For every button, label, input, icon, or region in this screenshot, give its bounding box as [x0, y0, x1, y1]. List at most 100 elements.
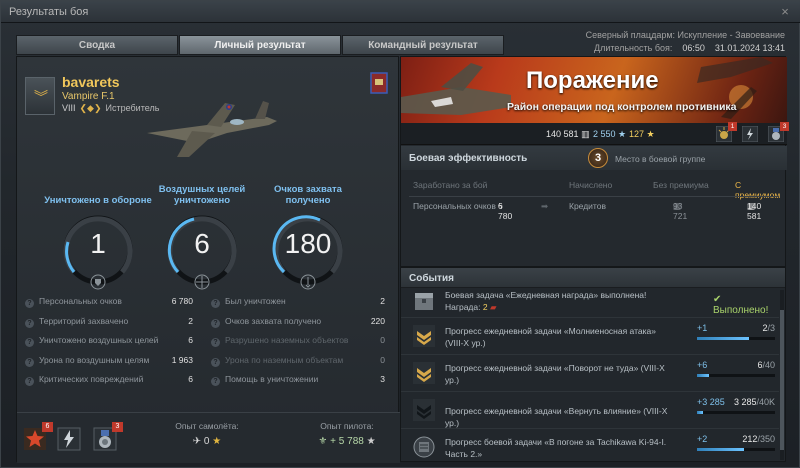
stat-value: 6	[188, 374, 193, 384]
efficiency-header: Боевая эффективность 3 Место в боевой гр…	[401, 146, 787, 170]
battle-result-panel: Поражение Район операции под контролем п…	[400, 56, 789, 267]
progress-delta: +1	[697, 323, 708, 333]
completed-status: ✔ Выполнено!	[713, 294, 769, 316]
stat-label: Очков захвата получено	[225, 315, 322, 326]
lightning-medal-icon[interactable]	[57, 427, 81, 451]
pilot-wings-icon: ⚜	[318, 436, 331, 447]
tab-summary[interactable]: Сводка	[16, 35, 178, 55]
help-icon[interactable]: ?	[211, 357, 220, 367]
star-medal-icon[interactable]: 6	[23, 422, 53, 451]
plane-tier: VIII	[62, 103, 76, 113]
stat-air-kills: Воздушных целей уничтожено 6	[147, 182, 257, 290]
crosshair-icon	[194, 274, 210, 290]
progress-delta: +3 285	[697, 397, 725, 407]
list-item: Прогресс боевой задачи «В погоне за Tach…	[401, 430, 779, 461]
progress-current: 6	[757, 360, 763, 370]
help-icon[interactable]: ?	[211, 377, 220, 386]
progress-total: 40K	[758, 397, 775, 407]
efficiency-row: Персональных очков 6 780 ϟ ➡ Кредитов 93…	[401, 201, 787, 221]
medal-count: 6	[42, 422, 53, 432]
col-earned: Заработано за бой	[413, 180, 488, 190]
chevron-rank-icon	[413, 362, 435, 384]
pilot-xp-label: Опыт пилота:	[320, 421, 374, 431]
title-bar: Результаты боя ×	[1, 1, 800, 23]
col-with-premium: С премиумом	[735, 180, 781, 200]
list-item: Прогресс ежедневной задачи «Молниеносная…	[401, 319, 779, 355]
table-row: ? Критических повреждений 6 ? Помощь в уни…	[25, 371, 391, 391]
medal-count: 3	[112, 422, 123, 432]
stat-capture-points: Очков захвата получено 180	[253, 182, 363, 290]
mission-icon	[413, 436, 435, 458]
efficiency-columns: Заработано за бой Начислено Без премиума…	[401, 180, 787, 200]
progress-fill	[697, 411, 704, 414]
progress-total: 350	[759, 434, 775, 444]
col-no-premium: Без премиума	[653, 180, 709, 190]
order-medal-icon[interactable]: 3	[767, 122, 789, 143]
list-item: Прогресс ежедневной задачи «Поворот не т…	[401, 356, 779, 392]
reward-book-icon: ▰	[489, 302, 497, 312]
tab-team-result[interactable]: Командный результат	[342, 35, 504, 55]
row-label: Персональных очков	[413, 201, 496, 211]
credits-icon: ▥	[747, 201, 756, 211]
table-row: ? Уничтожено воздушных целей 6 ? Разрушено…	[25, 332, 391, 352]
left-footer: 6 3 Опыт самолёта: ✈ 0 ★ Опыт пилота: ⚜ …	[17, 412, 400, 463]
help-icon[interactable]: ?	[211, 299, 220, 308]
credits-value: 140 581	[546, 129, 579, 139]
order-medal-icon[interactable]: 3	[93, 422, 123, 451]
stat-value: 6	[188, 335, 193, 345]
progress-current: 2	[762, 323, 768, 333]
stat-value: 2	[380, 296, 385, 306]
stat-value: 2	[188, 315, 193, 326]
stat-value: 1 963	[171, 354, 193, 365]
credits-icon: ▥	[673, 201, 682, 211]
capture-icon	[300, 274, 316, 290]
stat-value: 3	[380, 374, 385, 384]
gold-value: 127	[629, 129, 645, 139]
plane-image	[147, 101, 277, 157]
pilot-book-icon[interactable]	[369, 71, 389, 95]
duration-label: Длительность боя:	[594, 43, 673, 53]
help-icon[interactable]: ?	[25, 377, 34, 386]
stat-air-kills-value: 6	[194, 228, 210, 259]
help-icon[interactable]: ?	[25, 357, 34, 367]
events-scrollbar[interactable]	[780, 290, 784, 460]
close-icon[interactable]: ×	[777, 4, 793, 20]
stat-label: Уничтожено воздушных целей	[39, 335, 159, 345]
stat-label: Разрушено наземных объектов	[225, 335, 349, 345]
help-icon[interactable]: ?	[211, 338, 220, 347]
stat-defence-kills-label: Уничтожено в обороне	[44, 195, 152, 206]
tier-wings-icon: ❮◆❯	[79, 103, 102, 113]
place-badge: 3	[588, 148, 608, 168]
stat-defence-kills-value: 1	[90, 228, 106, 259]
progress-total: 3	[769, 323, 775, 333]
progress-fill	[697, 448, 745, 451]
pilot-xp-value: + 5 788	[330, 436, 364, 447]
event-text: Боевая задача «Ежедневная награда» выпол…	[445, 290, 647, 300]
reward-label: Награда:	[445, 302, 481, 312]
stat-label: Урона по наземным объектам	[225, 354, 344, 365]
help-icon[interactable]: ?	[25, 318, 34, 328]
help-icon[interactable]: ?	[211, 318, 220, 328]
list-item: Боевая задача «Ежедневная награда» выпол…	[401, 288, 779, 318]
events-header: События	[401, 268, 785, 288]
help-icon[interactable]: ?	[25, 338, 34, 347]
help-icon[interactable]: ?	[25, 299, 34, 308]
progress-bar	[697, 411, 775, 414]
progress-bar	[697, 448, 775, 451]
bomb-medal-icon[interactable]: 1	[715, 122, 737, 143]
map-name: Северный плацдарм: Искупление - Завоеван…	[585, 30, 785, 40]
arrow-right-icon: ➡	[541, 201, 549, 211]
battle-results-window: Результаты боя × Сводка Личный результат…	[0, 0, 800, 468]
chevron-dark-icon	[413, 399, 435, 421]
tab-personal-result[interactable]: Личный результат	[179, 35, 341, 55]
chest-icon	[415, 293, 433, 310]
pilot-star-icon: ★	[363, 436, 376, 447]
plane-icon: ✈	[192, 436, 204, 447]
lightning-medal-icon[interactable]	[741, 125, 759, 143]
credits-icon: ▥	[581, 129, 590, 139]
scrollbar-thumb[interactable]	[780, 310, 784, 450]
stat-label: Персональных очков	[39, 296, 122, 306]
progress-bar	[697, 374, 775, 377]
table-row: ? Урона по воздушным целям 1 963 ? Урона п…	[25, 352, 391, 372]
events-title: События	[409, 273, 454, 284]
